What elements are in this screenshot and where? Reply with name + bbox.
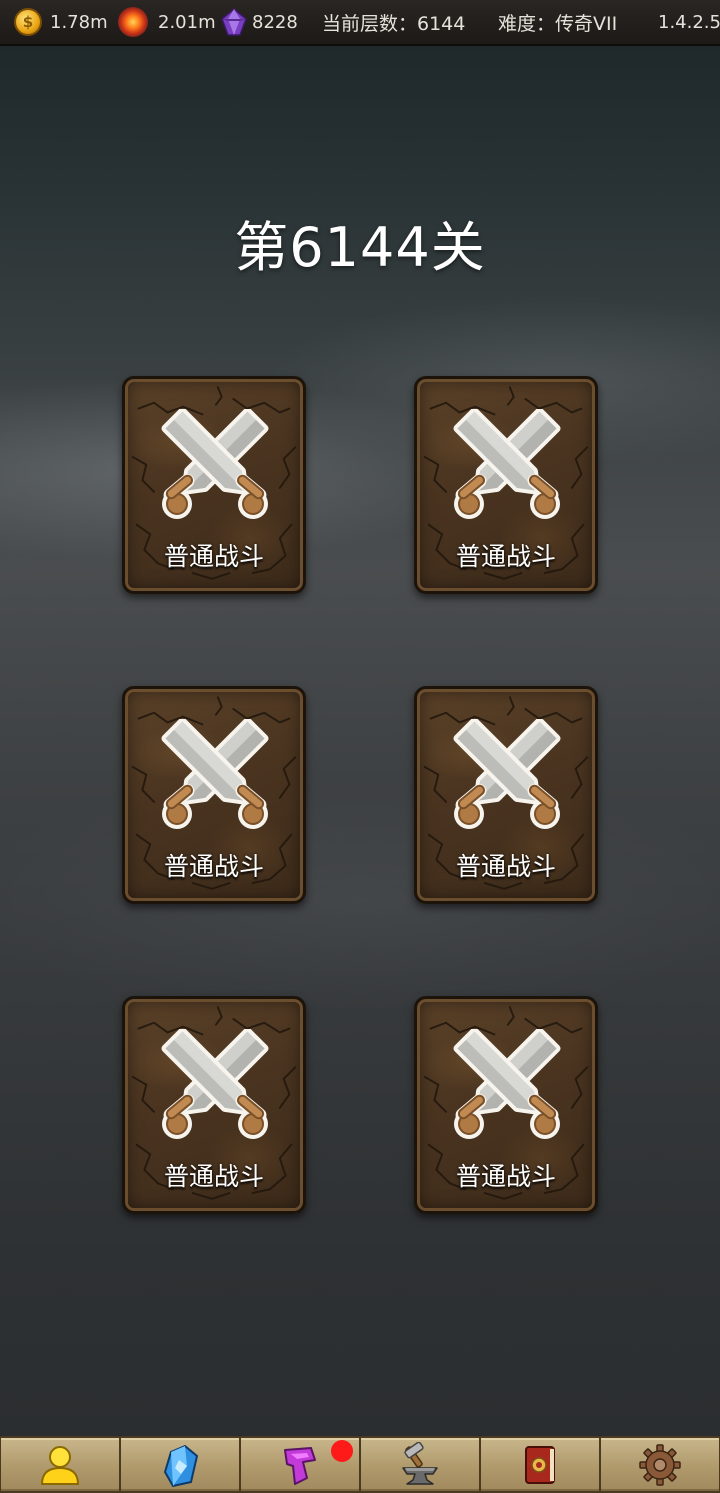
gem-amount: 8228 <box>252 11 298 33</box>
crossed-swords-icon <box>153 1029 277 1147</box>
crossed-swords-icon <box>445 1029 569 1147</box>
purple-gem-icon <box>221 8 247 36</box>
battle-card-label: 普通战斗 <box>455 542 556 571</box>
battle-card-3[interactable]: 普通战斗 <box>122 686 306 904</box>
battle-card-label: 普通战斗 <box>163 1162 264 1191</box>
nav-character-button[interactable] <box>0 1436 120 1493</box>
nav-rune-button[interactable] <box>240 1436 360 1493</box>
nav-settings-button[interactable] <box>600 1436 720 1493</box>
resource-bar: $ 1.78m 2.01m 8228 当前层数：6144 难度：传奇VII 1.… <box>0 0 720 46</box>
spellbook-icon <box>525 1445 555 1484</box>
level-title: 第6144关 <box>234 216 486 279</box>
crossed-swords-icon <box>445 719 569 837</box>
anvil-forge-icon <box>402 1441 438 1485</box>
bottom-nav <box>0 1436 720 1493</box>
purple-rune-icon <box>284 1446 316 1485</box>
battle-card-5[interactable]: 普通战斗 <box>122 996 306 1214</box>
gold-coin-icon: $ <box>14 8 42 36</box>
blue-crystal-icon <box>163 1444 199 1487</box>
crossed-swords-icon <box>153 719 277 837</box>
difficulty: 难度：传奇VII <box>498 12 618 35</box>
battle-card-4[interactable]: 普通战斗 <box>414 686 598 904</box>
battle-card-6[interactable]: 普通战斗 <box>414 996 598 1214</box>
version-label: 1.4.2.5 <box>658 11 720 33</box>
battle-card-label: 普通战斗 <box>455 1162 556 1191</box>
gold-resource: $ 1.78m <box>14 0 108 44</box>
current-floor: 当前层数：6144 <box>322 12 466 35</box>
battle-card-2[interactable]: 普通战斗 <box>414 376 598 594</box>
nav-forge-button[interactable] <box>360 1436 480 1493</box>
battle-card-label: 普通战斗 <box>455 852 556 881</box>
crossed-swords-icon <box>153 409 277 527</box>
ember-amount: 2.01m <box>158 11 216 33</box>
character-icon <box>40 1445 80 1485</box>
nav-spellbook-button[interactable] <box>480 1436 600 1493</box>
notification-dot <box>331 1440 353 1462</box>
gem-resource: 8228 <box>219 0 298 44</box>
battle-card-label: 普通战斗 <box>163 542 264 571</box>
battle-card-label: 普通战斗 <box>163 852 264 881</box>
ember-resource: 2.01m <box>118 0 216 44</box>
gear-settings-icon <box>639 1443 681 1486</box>
gold-amount: 1.78m <box>50 11 108 33</box>
crossed-swords-icon <box>445 409 569 527</box>
ember-icon <box>118 7 148 37</box>
nav-crystal-button[interactable] <box>120 1436 240 1493</box>
battle-card-1[interactable]: 普通战斗 <box>122 376 306 594</box>
